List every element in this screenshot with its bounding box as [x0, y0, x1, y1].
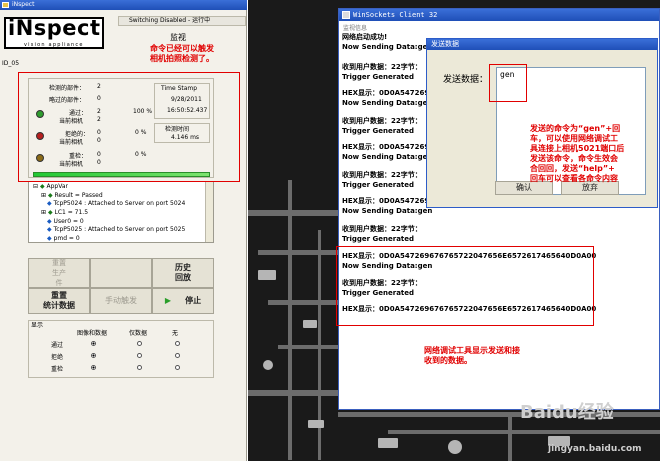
log-line: 收到用户数据：22字节： [342, 171, 422, 179]
log-line: 网络启动成功! [342, 33, 388, 41]
tree-item[interactable]: ◆ User0 = 0 [47, 218, 84, 225]
empty-button [90, 258, 152, 288]
log-header: 监视信息 [343, 25, 368, 32]
stop-button[interactable]: ▶ 停止 [152, 288, 214, 314]
log-line: HEX显示：0D0A5472694 [342, 89, 435, 97]
log-line: HEX显示：0D0A5472694 [342, 197, 435, 205]
inspect-title: iNspect [12, 1, 35, 8]
display-row-reject: 拒绝 [51, 354, 64, 361]
watermark-url: jingyan.baidu.com [548, 444, 642, 454]
history-playback-button[interactable]: 历史 回放 [152, 258, 214, 288]
log-line: Now Sending Data:gen [342, 153, 433, 161]
radio-recheck-image[interactable] [91, 365, 96, 370]
log-line: 收到用户数据：22字节： [342, 225, 422, 233]
send-data-label: 发送数据： [443, 75, 489, 85]
app-icon [2, 2, 9, 8]
radio-recheck-data[interactable] [137, 365, 142, 370]
manual-trigger-button[interactable]: 手动触发 [90, 288, 152, 314]
winsockets-icon [342, 11, 350, 19]
inspect-window: iNspect iNspect vision appliance Switchi… [0, 0, 247, 461]
tree-item[interactable]: ◆ TcpP5024 : Attached to Server on port … [47, 200, 185, 207]
display-title: 显示 [31, 322, 44, 329]
variable-tree[interactable]: ⊟ ◆ AppVar ⊞ ◆ Result = Passed ◆ TcpP502… [28, 181, 214, 243]
status-text: Switching Disabled - 运行中 [129, 17, 211, 24]
log-line: Now Sending Data:gen [342, 43, 433, 51]
col-none: 无 [172, 330, 179, 337]
tree-item[interactable]: ◆ pmd = 0 [47, 235, 80, 242]
camera-id: ID_05 [2, 60, 20, 67]
annotation-bottom: 网络调试工具显示发送和接 收到的数据。 [424, 346, 520, 365]
play-icon: ▶ [164, 296, 172, 305]
annotation-top: 命令已经可以触发 相机拍照检测了。 [150, 44, 214, 63]
log-line: Trigger Generated [342, 73, 415, 81]
annotation-dialog: 发送的命令为“gen”+回 车，可以使用网络调试工 具连接上相机5021端口后 … [530, 124, 625, 183]
tree-item[interactable]: ⊟ ◆ AppVar [33, 183, 68, 190]
dialog-title: 发送数据 [431, 40, 459, 48]
tree-item[interactable]: ⊞ ◆ Result = Passed [41, 192, 103, 199]
log-line: Trigger Generated [342, 127, 415, 135]
reset-stats-button[interactable]: 重置 统计数据 [28, 288, 90, 314]
log-line: Now Sending Data:gen [342, 207, 433, 215]
winsockets-titlebar: WinSockets Client 32 [339, 9, 659, 21]
watermark-brand: Baidu经验 [520, 402, 614, 423]
dialog-titlebar: 发送数据 [427, 39, 657, 50]
stop-label: 停止 [185, 296, 202, 305]
log-line: 收到用户数据：22字节： [342, 63, 422, 71]
radio-reject-data[interactable] [137, 353, 142, 358]
log-line: Now Sending Data:gen [342, 99, 433, 107]
inspect-titlebar: iNspect [0, 0, 247, 10]
annotation-box-stats [18, 72, 240, 182]
tree-item[interactable]: ◆ TcpP5025 : Attached to Server on port … [47, 226, 185, 233]
radio-pass-image[interactable] [91, 341, 96, 346]
annotation-box-input [489, 64, 527, 102]
display-row-recheck: 重检 [51, 366, 64, 373]
logo-subtitle: vision appliance [24, 42, 84, 48]
display-row-pass: 通过 [51, 342, 64, 349]
log-line: Trigger Generated [342, 181, 415, 189]
reset-production-button[interactable]: 重置 生产 件 [28, 258, 90, 288]
monitor-label: 监视 [170, 33, 186, 42]
annotation-box-hex [336, 246, 594, 326]
logo-word: iNspect [8, 16, 101, 40]
radio-reject-image[interactable] [91, 353, 96, 358]
display-options: 显示 图像和数据 仅数据 无 通过 拒绝 重检 [28, 320, 214, 378]
log-line: Trigger Generated [342, 235, 415, 243]
tree-item[interactable]: ⊞ ◆ LC1 = 71.5 [41, 209, 88, 216]
col-data-only: 仅数据 [129, 330, 148, 337]
log-line: HEX显示：0D0A5472694 [342, 143, 435, 151]
winsockets-title: WinSockets Client 32 [353, 11, 438, 19]
radio-reject-none[interactable] [175, 353, 180, 358]
tree-scrollbar[interactable] [205, 182, 213, 242]
log-line: 收到用户数据：22字节： [342, 117, 422, 125]
col-image-data: 图像和数据 [77, 330, 108, 337]
radio-pass-data[interactable] [137, 341, 142, 346]
status-bar: Switching Disabled - 运行中 [118, 16, 246, 26]
radio-recheck-none[interactable] [175, 365, 180, 370]
inspect-logo: iNspect vision appliance [4, 16, 104, 49]
radio-pass-none[interactable] [175, 341, 180, 346]
